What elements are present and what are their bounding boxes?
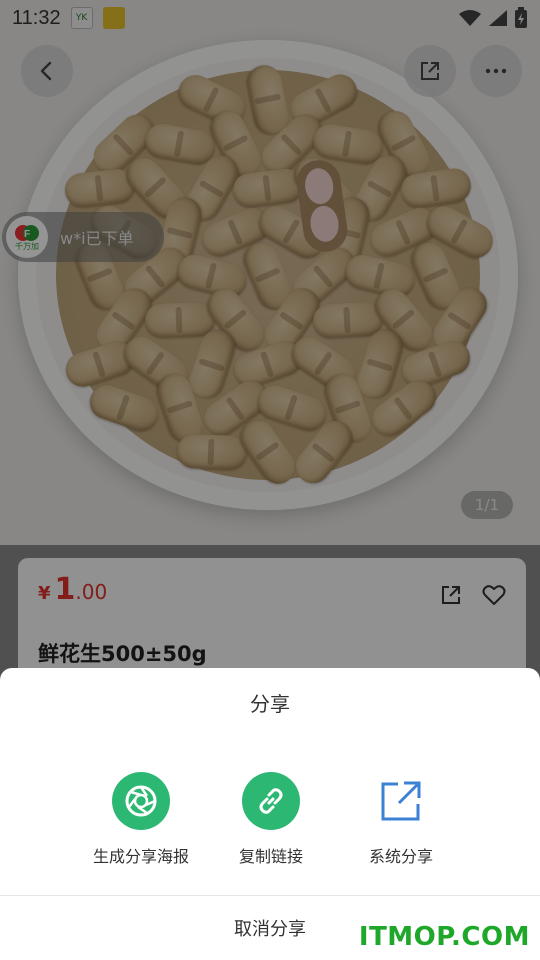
price-currency: ¥ — [38, 583, 51, 604]
site-watermark: ITMOP.COM — [358, 922, 530, 952]
more-dots-icon — [485, 68, 507, 74]
status-time: 11:32 — [12, 6, 61, 29]
system-share-option[interactable]: 系统分享 — [336, 772, 466, 867]
image-pager: 1/1 — [461, 491, 513, 519]
status-bar: 11:32 YK — [0, 0, 540, 36]
share-sheet: 分享 生成分享海报 复制链接 系统分享 取消分享 ITMOP.COM — [0, 668, 540, 960]
brand-name: 千万加 — [15, 241, 39, 251]
option-label: 复制链接 — [238, 847, 303, 866]
wifi-icon — [459, 10, 481, 26]
system-share-icon-wrap — [372, 772, 430, 830]
brand-logo: F 千万加 — [6, 216, 48, 258]
more-button[interactable] — [470, 45, 522, 97]
brand-logo-icon: F — [15, 224, 39, 241]
link-icon — [259, 788, 283, 814]
generate-poster-option[interactable]: 生成分享海报 — [76, 772, 206, 867]
favorite-heart-icon[interactable] — [482, 584, 506, 606]
option-label: 系统分享 — [368, 847, 433, 866]
green-app-icon — [102, 7, 125, 29]
card-share-icon[interactable] — [440, 584, 462, 606]
copy-link-option[interactable]: 复制链接 — [206, 772, 336, 867]
price-integer: 1 — [54, 572, 76, 607]
peanut — [176, 433, 248, 471]
camera-aperture-icon — [125, 785, 157, 817]
svg-text:F: F — [24, 229, 30, 240]
yk-app-icon: YK — [70, 7, 93, 29]
order-notification: F 千万加 w*i已下单 — [2, 212, 164, 262]
product-image[interactable] — [0, 0, 540, 545]
option-label: 生成分享海报 — [92, 847, 189, 866]
order-toast-text: w*i已下单 — [60, 229, 134, 248]
link-icon-circle — [242, 772, 300, 830]
back-button[interactable] — [21, 45, 73, 97]
product-title: 鲜花生500±50g — [38, 642, 207, 666]
external-share-icon — [421, 62, 439, 80]
price: ¥ 1 .00 — [38, 572, 107, 607]
header-share-button[interactable] — [404, 45, 456, 97]
share-sheet-title: 分享 — [250, 692, 290, 716]
price-decimal: .00 — [75, 580, 108, 604]
poster-icon-circle — [112, 772, 170, 830]
external-share-icon — [381, 781, 421, 821]
signal-icon — [489, 10, 507, 26]
battery-icon — [515, 7, 527, 28]
chevron-left-icon — [40, 61, 52, 81]
peanut — [144, 301, 216, 339]
